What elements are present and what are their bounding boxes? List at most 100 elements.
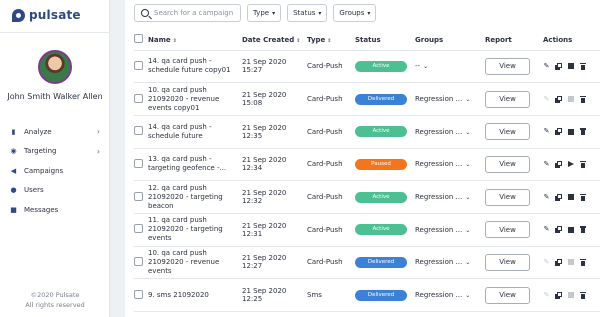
sort-icon: ⇕: [172, 37, 177, 44]
edit-icon[interactable]: ✎: [543, 226, 550, 233]
copy-icon[interactable]: [555, 226, 562, 234]
copyright-text: ©2020 Pulsate: [30, 291, 80, 299]
row-checkbox[interactable]: [134, 158, 143, 168]
copy-icon[interactable]: [555, 160, 562, 168]
column-header-type[interactable]: Type ⇕: [307, 30, 355, 51]
campaign-date: 21 Sep 2020 12:31: [242, 213, 307, 247]
copy-icon[interactable]: [555, 193, 562, 201]
status-filter-label: Status: [293, 9, 316, 17]
stop-icon[interactable]: [567, 226, 574, 233]
trash-icon[interactable]: [579, 95, 586, 103]
campaign-name[interactable]: 11. qa card push 21092020 - targeting ev…: [148, 213, 242, 247]
groups-dropdown[interactable]: Regression ... ⌄: [415, 246, 485, 280]
sidebar-item-users[interactable]: ● Users: [0, 181, 110, 201]
table-row[interactable]: 10. qa card push 21092020 - revenue even…: [134, 82, 600, 116]
table-row[interactable]: 10. qa card push 21092020 - revenue even…: [134, 246, 600, 280]
view-report-button[interactable]: View: [485, 221, 530, 239]
groups-dropdown[interactable]: Regression ... ⌄: [415, 115, 485, 149]
trash-icon[interactable]: [579, 291, 586, 299]
copy-icon[interactable]: [555, 258, 562, 266]
row-checkbox[interactable]: [134, 289, 143, 299]
row-actions: ✎: [543, 193, 600, 201]
groups-dropdown[interactable]: Regression ... ⌄: [415, 82, 485, 116]
chevron-down-icon: ▾: [318, 9, 322, 17]
campaign-name[interactable]: 9. sms 21092020: [148, 278, 242, 312]
status-badge: Active: [355, 224, 407, 236]
view-report-button[interactable]: View: [485, 57, 530, 75]
trash-icon[interactable]: [579, 62, 586, 70]
sidebar-item-campaigns[interactable]: ◀ Campaigns: [0, 161, 110, 181]
table-row[interactable]: 12. qa card push 21092020 - targeting be…: [134, 180, 600, 214]
edit-icon[interactable]: ✎: [543, 128, 550, 135]
stop-icon[interactable]: [567, 194, 574, 201]
chat-icon: ■: [10, 205, 17, 214]
view-report-button[interactable]: View: [485, 155, 530, 173]
stop-icon[interactable]: [567, 128, 574, 135]
sidebar-item-messages[interactable]: ■ Messages: [0, 200, 110, 220]
view-report-button[interactable]: View: [485, 286, 530, 304]
campaign-name[interactable]: 13. qa card push - targeting geofence -.…: [148, 148, 242, 182]
groups-dropdown[interactable]: Regression ... ⌄: [415, 213, 485, 247]
chevron-down-icon: ▾: [272, 9, 276, 17]
trash-icon[interactable]: [579, 226, 586, 234]
groups-dropdown[interactable]: Regression ... ⌄: [415, 148, 485, 182]
campaign-name[interactable]: 10. qa card push 21092020 - revenue even…: [148, 246, 242, 280]
campaign-type: Card-Push: [307, 82, 355, 116]
column-header-date[interactable]: Date Created ⇕: [242, 30, 307, 51]
groups-dropdown[interactable]: Regression ... ⌄: [415, 278, 485, 312]
campaign-name[interactable]: 14. qa card push - schedule future copy0…: [148, 50, 242, 84]
table-row[interactable]: 14. qa card push - schedule future 21 Sep…: [134, 115, 600, 149]
trash-icon[interactable]: [579, 128, 586, 136]
row-checkbox[interactable]: [134, 60, 143, 70]
row-checkbox[interactable]: [134, 126, 143, 136]
copy-icon[interactable]: [555, 128, 562, 136]
table-row[interactable]: 14. qa card push - schedule future copy0…: [134, 50, 600, 84]
view-report-button[interactable]: View: [485, 123, 530, 141]
sort-icon: ⇕: [327, 37, 332, 44]
campaign-type: Card-Push: [307, 115, 355, 149]
copy-icon[interactable]: [555, 95, 562, 103]
copy-icon[interactable]: [555, 291, 562, 299]
groups-filter-dropdown[interactable]: Groups ▾: [333, 4, 377, 22]
row-checkbox[interactable]: [134, 224, 143, 234]
logo[interactable]: pulsate: [12, 8, 81, 22]
edit-icon[interactable]: ✎: [543, 193, 550, 201]
row-checkbox[interactable]: [134, 93, 143, 103]
table-row[interactable]: 13. qa card push - targeting geofence -.…: [134, 148, 600, 182]
sidebar-item-analyze[interactable]: ▮ Analyze ›: [0, 122, 110, 142]
sidebar: pulsate John Smith Walker Allen ▮ Analyze…: [0, 0, 110, 317]
status-badge: Delivered: [355, 289, 407, 301]
table-row[interactable]: 11. qa card push 21092020 - targeting ev…: [134, 213, 600, 247]
trash-icon[interactable]: [579, 193, 586, 201]
campaign-name[interactable]: 12. qa card push 21092020 - targeting be…: [148, 180, 242, 214]
groups-dropdown[interactable]: -- ⌄: [415, 50, 485, 84]
trash-icon[interactable]: [579, 160, 586, 168]
search-box[interactable]: [134, 4, 241, 22]
user-name: John Smith Walker Allen: [7, 92, 103, 101]
type-filter-dropdown[interactable]: Type ▾: [247, 4, 282, 22]
column-header-name[interactable]: Name ⇕: [148, 30, 242, 51]
stop-icon[interactable]: [567, 63, 574, 70]
table-row[interactable]: 9. sms 21092020 21 Sep 2020 12:25 Sms Deliv…: [134, 278, 600, 312]
sidebar-item-label: Analyze: [24, 127, 52, 136]
trash-icon[interactable]: [579, 258, 586, 266]
sidebar-item-targeting[interactable]: ◉ Targeting ›: [0, 142, 110, 162]
chevron-down-icon: ⌄: [423, 63, 429, 71]
status-filter-dropdown[interactable]: Status ▾: [287, 4, 328, 22]
row-checkbox[interactable]: [134, 256, 143, 266]
edit-icon[interactable]: ✎: [543, 160, 550, 168]
edit-icon[interactable]: ✎: [543, 62, 550, 70]
groups-dropdown[interactable]: Regression ... ⌄: [415, 180, 485, 214]
copy-icon[interactable]: [555, 62, 562, 70]
avatar[interactable]: [38, 50, 72, 84]
campaign-name[interactable]: 10. qa card push 21092020 - revenue even…: [148, 82, 242, 116]
row-checkbox[interactable]: [134, 191, 143, 201]
campaign-date: 21 Sep 2020 12:27: [242, 246, 307, 280]
search-input[interactable]: [154, 9, 240, 17]
play-icon[interactable]: [567, 161, 574, 168]
select-all-checkbox[interactable]: [134, 34, 143, 44]
view-report-button[interactable]: View: [485, 253, 530, 271]
campaign-name[interactable]: 14. qa card push - schedule future: [148, 115, 242, 149]
view-report-button[interactable]: View: [485, 188, 530, 206]
view-report-button[interactable]: View: [485, 90, 530, 108]
